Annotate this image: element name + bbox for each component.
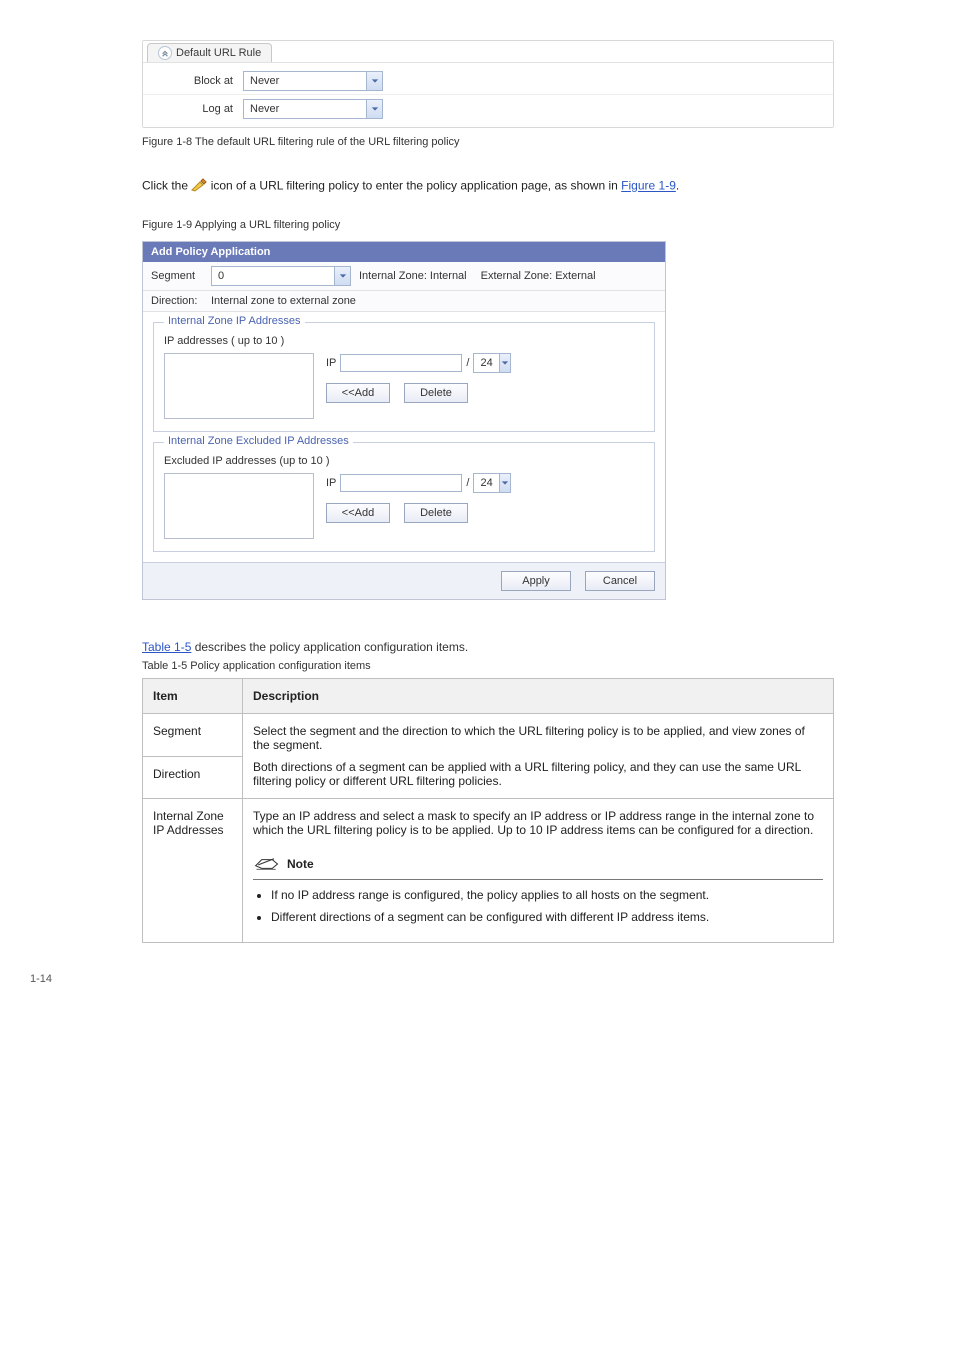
table-row: Internal Zone IP Addresses Type an IP ad… [143, 799, 834, 943]
th-description: Description [243, 679, 834, 714]
note-label: Note [287, 857, 314, 871]
add-policy-application-panel: Add Policy Application Segment 0 Interna… [142, 241, 666, 600]
cell-item: Direction [143, 756, 243, 799]
segment-row: Segment 0 Internal Zone: Internal Extern… [143, 262, 665, 291]
page-number: 1-14 [30, 973, 924, 985]
log-at-label: Log at [143, 103, 243, 115]
fieldset-legend: Internal Zone IP Addresses [164, 315, 305, 327]
rule-tab-label: Default URL Rule [176, 47, 261, 59]
segment-label: Segment [151, 270, 211, 282]
desc-p2: Both directions of a segment can be appl… [253, 760, 823, 788]
policy-config-table: Item Description Segment Select the segm… [142, 678, 834, 943]
cell-item: Internal Zone IP Addresses [143, 799, 243, 943]
collapse-icon[interactable] [158, 46, 172, 60]
ip-label: IP [326, 357, 336, 369]
note-list: If no IP address range is configured, th… [271, 888, 823, 924]
figure-1-9-link[interactable]: Figure 1-9 [621, 179, 676, 193]
apply-button[interactable]: Apply [501, 571, 571, 591]
internal-zone-ip-fieldset: Internal Zone IP Addresses IP addresses … [153, 322, 655, 432]
default-url-rule-panel: Default URL Rule Block at Never Log at N… [142, 40, 834, 128]
excluded-ip-list-box[interactable] [164, 473, 314, 539]
excluded-ip-list-label: Excluded IP addresses (up to 10 ) [164, 455, 644, 467]
cell-desc: Type an IP address and select a mask to … [243, 799, 834, 943]
excluded-mask-value: 24 [474, 477, 498, 489]
excluded-mask-select[interactable]: 24 [473, 473, 511, 493]
block-at-label: Block at [143, 75, 243, 87]
apply-icon [191, 178, 207, 195]
segment-value: 0 [212, 270, 334, 282]
table-intro: Table 1-5 describes the policy applicati… [142, 640, 924, 654]
step-text-a: Click the [142, 179, 191, 193]
th-item: Item [143, 679, 243, 714]
mask-value: 24 [474, 357, 498, 369]
direction-value: Internal zone to external zone [211, 295, 356, 307]
chevron-down-icon [499, 354, 511, 372]
panel-footer: Apply Cancel [143, 562, 665, 599]
chevron-down-icon [366, 72, 382, 90]
default-url-rule-tab[interactable]: Default URL Rule [147, 43, 272, 62]
note-item: If no IP address range is configured, th… [271, 888, 823, 902]
ip-list-box[interactable] [164, 353, 314, 419]
table-1-5-link[interactable]: Table 1-5 [142, 640, 191, 654]
add-button[interactable]: <<Add [326, 383, 390, 403]
table-1-5-caption: Table 1-5 Policy application configurati… [142, 660, 924, 672]
log-at-value: Never [244, 103, 366, 115]
step-line: Click the icon of a URL filtering policy… [142, 178, 924, 195]
external-zone-text: External Zone: External [481, 270, 596, 282]
internal-zone-excluded-ip-fieldset: Internal Zone Excluded IP Addresses Excl… [153, 442, 655, 552]
note-divider [253, 879, 823, 880]
delete-button[interactable]: Delete [404, 383, 468, 403]
add-button[interactable]: <<Add [326, 503, 390, 523]
rule-tab-row: Default URL Rule [143, 41, 833, 63]
cell-item: Segment [143, 714, 243, 757]
ip-label: IP [326, 477, 336, 489]
direction-row: Direction: Internal zone to external zon… [143, 291, 665, 312]
desc-p1: Select the segment and the direction to … [253, 724, 823, 752]
cancel-button[interactable]: Cancel [585, 571, 655, 591]
excluded-ip-input[interactable] [340, 474, 462, 492]
mask-select[interactable]: 24 [473, 353, 511, 373]
block-at-select[interactable]: Never [243, 71, 383, 91]
step-text-b: icon of a URL filtering policy to enter … [211, 179, 621, 193]
desc-top: Type an IP address and select a mask to … [253, 809, 823, 837]
cell-desc: Select the segment and the direction to … [243, 714, 834, 799]
ip-list-label: IP addresses ( up to 10 ) [164, 335, 644, 347]
internal-zone-text: Internal Zone: Internal [359, 270, 467, 282]
delete-button[interactable]: Delete [404, 503, 468, 523]
chevron-down-icon [366, 100, 382, 118]
slash: / [466, 477, 469, 489]
slash: / [466, 357, 469, 369]
note-item: Different directions of a segment can be… [271, 910, 823, 924]
figure-1-8-caption: Figure 1-8 The default URL filtering rul… [142, 136, 924, 148]
fieldset-legend: Internal Zone Excluded IP Addresses [164, 435, 353, 447]
direction-label: Direction: [151, 295, 211, 307]
log-at-select[interactable]: Never [243, 99, 383, 119]
segment-select[interactable]: 0 [211, 266, 351, 286]
ip-input[interactable] [340, 354, 462, 372]
panel-title: Add Policy Application [143, 242, 665, 262]
table-row: Segment Select the segment and the direc… [143, 714, 834, 757]
figure-1-9-caption: Figure 1-9 Applying a URL filtering poli… [142, 219, 924, 231]
block-at-value: Never [244, 75, 366, 87]
chevron-down-icon [334, 267, 350, 285]
note-hand-icon [253, 853, 281, 875]
table-intro-tail: describes the policy application configu… [191, 640, 468, 654]
chevron-down-icon [499, 474, 511, 492]
